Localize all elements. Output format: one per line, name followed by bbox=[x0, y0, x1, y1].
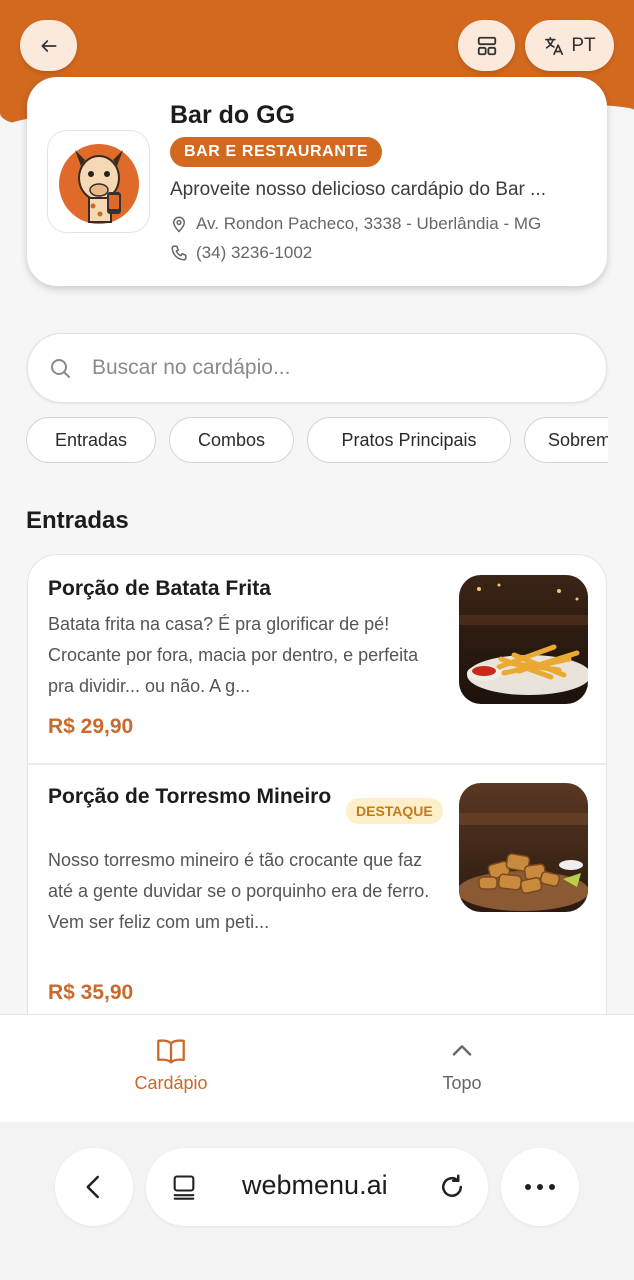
search-icon bbox=[51, 359, 70, 378]
item-price: R$ 35,90 bbox=[48, 981, 134, 1004]
category-chips: Entradas Combos Pratos Principais Sobrem… bbox=[26, 417, 608, 465]
nav-menu[interactable]: Cardápio bbox=[91, 1037, 251, 1094]
item-name: Porção de Batata Frita bbox=[48, 577, 271, 600]
item-description: Batata frita na casa? É pra glorificar d… bbox=[48, 614, 419, 696]
item-photo-torresmo bbox=[459, 783, 588, 912]
bottom-nav: Cardápio Topo bbox=[0, 1014, 634, 1122]
layout-toggle-button[interactable] bbox=[458, 20, 515, 71]
chevron-up-icon bbox=[452, 1045, 472, 1056]
phone-icon bbox=[171, 245, 187, 261]
address-bar[interactable]: webmenu.ai bbox=[146, 1148, 488, 1226]
featured-badge: DESTAQUE bbox=[346, 798, 443, 824]
layout-grid-icon bbox=[477, 36, 496, 55]
translate-icon bbox=[545, 36, 564, 55]
tabs-icon bbox=[173, 1175, 195, 1200]
chip-pratos-principais[interactable]: Pratos Principais bbox=[307, 417, 511, 463]
url-text: webmenu.ai bbox=[242, 1170, 388, 1200]
browser-toolbar: webmenu.ai bbox=[0, 1122, 634, 1280]
menu-item[interactable]: Porção de Batata Frita Batata frita na c… bbox=[28, 555, 606, 763]
menu-items-list: Porção de Batata Frita Batata frita na c… bbox=[27, 554, 607, 1024]
menu-item[interactable]: Porção de Torresmo Mineiro DESTAQUE Noss… bbox=[28, 765, 606, 1023]
browser-back-button[interactable] bbox=[55, 1148, 133, 1226]
business-address[interactable]: Av. Rondon Pacheco, 3338 - Uberlândia - … bbox=[170, 214, 541, 234]
language-label: PT bbox=[571, 34, 596, 56]
search-bar[interactable] bbox=[27, 333, 607, 403]
arrow-left-icon bbox=[41, 39, 57, 52]
search-input[interactable] bbox=[92, 356, 562, 380]
nav-top-label: Topo bbox=[442, 1073, 482, 1093]
nav-top[interactable]: Topo bbox=[382, 1037, 542, 1094]
item-photo-fries bbox=[459, 575, 588, 704]
category-badge: BAR E RESTAURANTE bbox=[170, 137, 383, 167]
item-name: Porção de Torresmo Mineiro bbox=[48, 785, 332, 808]
section-title: Entradas bbox=[26, 507, 129, 534]
item-price: R$ 29,90 bbox=[48, 715, 134, 738]
language-button[interactable]: PT bbox=[525, 20, 614, 71]
chip-combos[interactable]: Combos bbox=[169, 417, 294, 463]
business-description: Aproveite nosso delicioso cardápio do Ba… bbox=[170, 179, 546, 200]
nav-menu-label: Cardápio bbox=[134, 1073, 208, 1093]
back-button[interactable] bbox=[20, 20, 77, 71]
address-text: Av. Rondon Pacheco, 3338 - Uberlândia - … bbox=[196, 214, 542, 233]
chevron-left-icon bbox=[86, 1175, 99, 1199]
phone-text: (34) 3236-1002 bbox=[196, 243, 313, 262]
more-horizontal-icon bbox=[525, 1184, 555, 1190]
chip-entradas[interactable]: Entradas bbox=[26, 417, 156, 463]
chip-sobremesas[interactable]: Sobremesas bbox=[524, 417, 608, 463]
location-pin-icon bbox=[172, 216, 186, 233]
book-open-icon bbox=[157, 1039, 185, 1064]
reload-icon[interactable] bbox=[437, 1172, 467, 1202]
business-phone[interactable]: (34) 3236-1002 bbox=[170, 243, 312, 263]
business-logo bbox=[47, 130, 150, 233]
browser-more-button[interactable] bbox=[501, 1148, 579, 1226]
business-name: Bar do GG bbox=[170, 101, 296, 129]
business-info-card: Bar do GG BAR E RESTAURANTE Aproveite no… bbox=[27, 77, 607, 286]
item-description: Nosso torresmo mineiro é tão crocante qu… bbox=[48, 850, 430, 932]
